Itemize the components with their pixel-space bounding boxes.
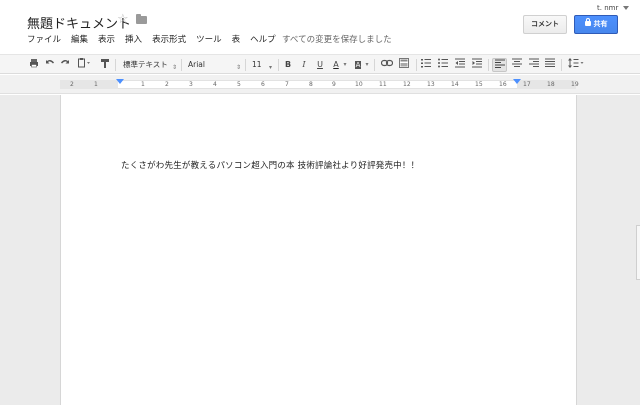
ruler-tick-label: 16 [499,81,507,88]
toolbar-divider [181,59,182,71]
menu-table[interactable]: 表 [232,33,241,45]
ruler-tick-label: 5 [237,81,241,88]
menu-view[interactable]: 表示 [98,33,115,45]
print-icon[interactable] [28,58,40,72]
italic-icon[interactable]: I [298,58,310,72]
ruler-tick-label: 17 [523,81,531,88]
toolbar-divider [488,59,489,71]
style-dropdown-value: 標準テキスト [123,60,168,69]
text-color-icon[interactable]: A [330,58,342,72]
bulleted-list-icon[interactable] [437,58,449,72]
ruler[interactable]: 2 1 1 2 3 4 5 6 7 8 9 10 11 12 13 14 15 … [0,75,640,94]
font-size-value: 11 [252,60,262,69]
top-bar: 無題ドキュメント ☆ t. nmr コメント 共有 ファイル 編集 表示 挿入 … [0,0,640,54]
toolbar-divider [561,59,562,71]
image-icon[interactable] [398,58,410,72]
align-left-icon[interactable] [492,58,507,72]
increase-indent-icon[interactable] [471,58,483,72]
bold-icon[interactable]: B [282,58,294,72]
star-icon[interactable]: ☆ [117,12,129,27]
menu-help[interactable]: ヘルプ [250,33,276,45]
line-spacing-icon[interactable] [566,58,586,72]
ruler-tick-label: 3 [189,81,193,88]
chevron-down-icon: ▾ [268,64,272,71]
chevron-updown-icon: ⇕ [171,64,177,71]
ruler-tick-label: 4 [213,81,217,88]
document-title[interactable]: 無題ドキュメント [27,13,131,32]
link-icon[interactable] [380,58,394,72]
toolbar-divider [374,59,375,71]
font-dropdown[interactable]: Arial ⇕ [185,58,243,72]
align-right-icon[interactable] [527,58,540,72]
toolbar: 標準テキスト ⇕ Arial ⇕ 11 ▾ B I U A ▾ A ▾ [0,54,640,74]
font-size-dropdown[interactable]: 11 ▾ [249,58,274,72]
left-indent-marker[interactable] [116,79,124,84]
ruler-tick-label: 12 [403,81,411,88]
ruler-tick-label: 7 [285,81,289,88]
ruler-tick-label: 8 [309,81,313,88]
undo-icon[interactable] [44,58,56,72]
folder-icon[interactable] [136,14,147,24]
ruler-tick-label: 15 [475,81,483,88]
menu-format[interactable]: 表示形式 [152,33,186,45]
decrease-indent-icon[interactable] [454,58,466,72]
align-center-icon[interactable] [510,58,523,72]
style-dropdown[interactable]: 標準テキスト ⇕ [119,58,179,72]
ruler-tick-label: 19 [571,81,579,88]
menu-edit[interactable]: 編集 [71,33,88,45]
share-button[interactable]: 共有 [574,15,618,34]
save-status: すべての変更を保存しました [282,35,392,45]
ruler-tick-label: 2 [70,81,74,88]
underline-icon[interactable]: U [314,58,326,72]
ruler-tick-label: 1 [94,81,98,88]
ruler-tick-label: 6 [261,81,265,88]
menu-bar: ファイル 編集 表示 挿入 表示形式 ツール 表 ヘルプ [27,33,286,45]
user-account[interactable]: t. nmr [597,4,618,12]
document-body-text[interactable]: たくさがわ先生が教えるパソコン超入門の本 技術評論社より好評発売中！！ [121,159,419,171]
justify-icon[interactable] [543,58,556,72]
ruler-left-margin [60,80,118,89]
ruler-tick-label: 13 [427,81,435,88]
right-indent-marker[interactable] [513,79,521,84]
chevron-updown-icon: ⇕ [235,64,241,71]
highlight-icon[interactable]: A [352,58,364,72]
toolbar-divider [115,59,116,71]
chevron-down-icon[interactable]: ▾ [342,58,348,72]
scrollbar[interactable] [636,225,640,280]
share-label: 共有 [593,20,608,28]
lock-icon [584,17,591,26]
ruler-tick-label: 11 [379,81,387,88]
ruler-tick-label: 10 [355,81,363,88]
menu-tools[interactable]: ツール [196,33,222,45]
redo-icon[interactable] [59,58,71,72]
document-page[interactable]: たくさがわ先生が教えるパソコン超入門の本 技術評論社より好評発売中！！ [60,95,577,405]
document-canvas[interactable]: たくさがわ先生が教えるパソコン超入門の本 技術評論社より好評発売中！！ [0,95,640,405]
ruler-tick-label: 9 [332,81,336,88]
clipboard-icon[interactable] [76,58,92,72]
chevron-down-icon[interactable] [623,6,629,10]
comment-button[interactable]: コメント [523,15,567,34]
font-dropdown-value: Arial [188,60,205,69]
ruler-tick-label: 1 [141,81,145,88]
toolbar-divider [416,59,417,71]
numbered-list-icon[interactable] [420,58,432,72]
menu-file[interactable]: ファイル [27,33,61,45]
ruler-tick-label: 2 [165,81,169,88]
menu-insert[interactable]: 挿入 [125,33,142,45]
chevron-down-icon[interactable]: ▾ [364,58,370,72]
highlight-letter: A [354,61,362,69]
toolbar-divider [278,59,279,71]
toolbar-divider [245,59,246,71]
ruler-tick-label: 14 [451,81,459,88]
paint-format-icon[interactable] [99,58,111,72]
ruler-tick-label: 18 [547,81,555,88]
